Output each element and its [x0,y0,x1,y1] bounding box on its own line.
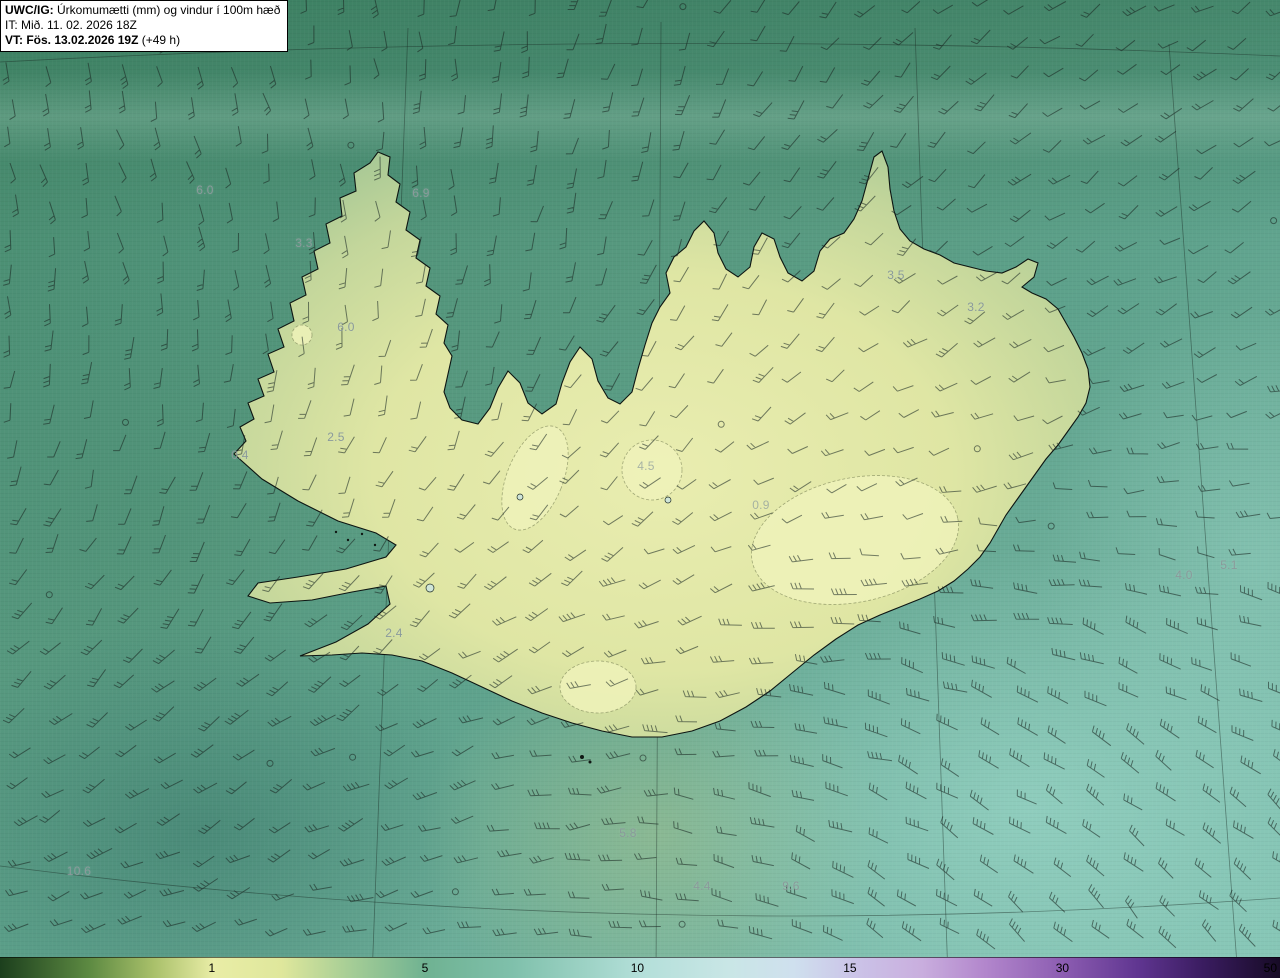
map-value-label: 4.5 [637,459,655,473]
colorbar-tick: 5 [421,961,429,975]
map-value-label: 5.1 [1220,558,1238,572]
product-title-line: UWC/IG: Úrkomumætti (mm) og vindur í 100… [5,3,280,18]
valid-time-offset: (+49 h) [141,33,181,47]
valid-time-line: VT: Fös. 13.02.2026 19Z (+49 h) [5,33,280,48]
map-value-label: 10.6 [66,864,92,878]
init-time: IT: Mið. 11. 02. 2026 18Z [5,18,137,32]
map-value-label: 2.5 [327,430,345,444]
map-value-label: 6.0 [337,320,355,334]
colorbar-tick: 10 [630,961,645,975]
colorbar-tick: 50 [1263,961,1277,975]
precipitation-colorbar: 1 5 10 15 30 50 [0,957,1280,978]
map-value-label: 0.4 [231,448,249,462]
map-value-label: 3.5 [887,268,905,282]
map-value-label: 3.2 [967,300,985,314]
colorbar-tick: 30 [1055,961,1070,975]
map-value-label: 4.0 [1175,568,1193,582]
map-value-label: 9.6 [782,879,800,893]
wind-barb-field [1,0,1280,950]
product-title-box: UWC/IG: Úrkomumætti (mm) og vindur í 100… [0,0,289,52]
map-value-label: 5.8 [619,826,637,840]
map-value-label: 2.4 [385,626,403,640]
product-title: Úrkomumætti (mm) og vindur í 100m hæð [57,3,281,17]
map-value-label: 3.3 [295,236,313,250]
map-value-label: 0.9 [752,498,770,512]
valid-time: VT: Fös. 13.02.2026 19Z [5,33,139,47]
map-value-label: 6.0 [196,183,214,197]
colorbar-tick: 1 [208,961,216,975]
product-label: UWC/IG: [5,3,54,17]
weather-map: 6.0 6.9 3.3 6.0 3.5 3.2 2.5 0.4 4.5 0.9 … [0,0,1280,978]
map-value-label: 6.9 [412,186,430,200]
map-value-label: 4.4 [693,879,711,893]
colorbar-tick: 15 [843,961,857,975]
